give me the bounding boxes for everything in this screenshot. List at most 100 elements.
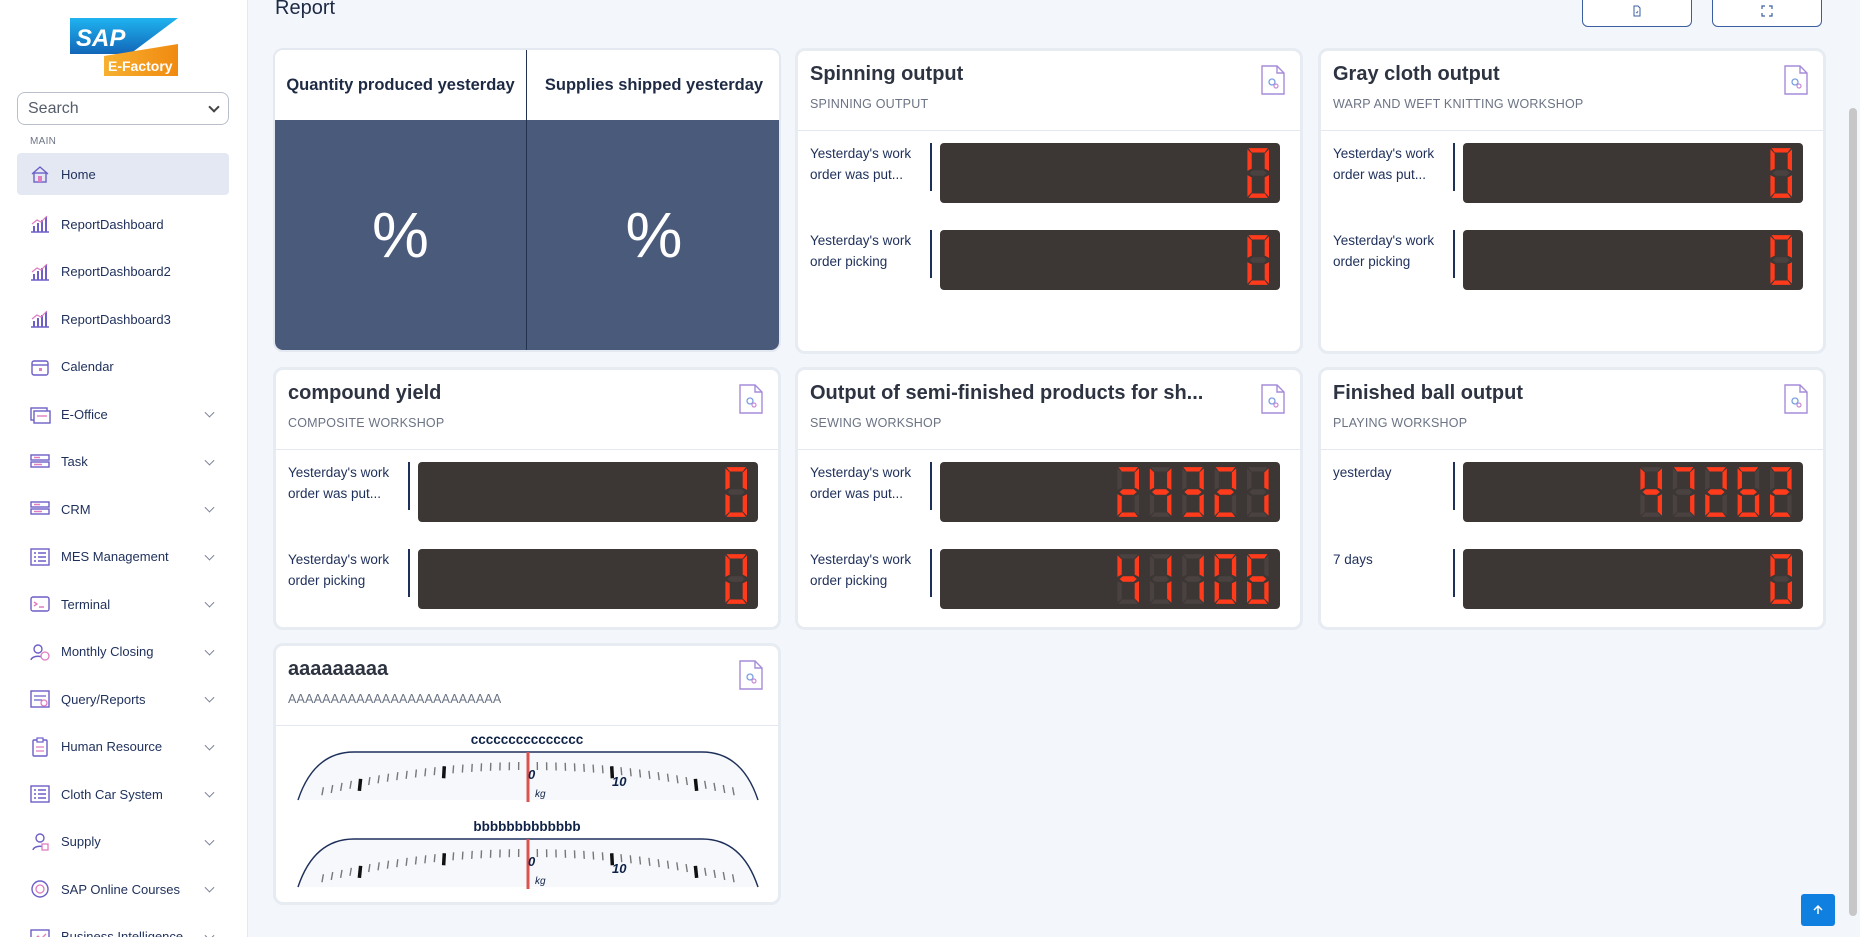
course-icon (29, 879, 51, 899)
gauge-unit-label: kg (535, 789, 546, 800)
section-label: MAIN (30, 136, 57, 147)
chevron-down-icon[interactable] (204, 407, 215, 418)
chevron-down-icon[interactable] (204, 930, 215, 937)
gauge-1-dial: 0 10 kg (297, 751, 759, 802)
sidebar-item-human-resource[interactable]: Human Resource (17, 723, 229, 771)
sidebar-item-terminal[interactable]: Terminal (17, 581, 229, 629)
card-header: compound yield COMPOSITE WORKSHOP (276, 370, 778, 450)
sidebar-item-label: Human Resource (61, 739, 163, 755)
gauge-ten-label: 10 (612, 774, 627, 789)
card-subtitle: SPINNING OUTPUT (810, 97, 929, 111)
file-settings-icon[interactable] (738, 660, 764, 690)
sidebar-item-home[interactable]: Home (17, 153, 229, 195)
chevron-down-icon[interactable] (204, 835, 215, 846)
card-header: Output of semi-finished products for sh.… (798, 370, 1300, 450)
sidebar-item-reportdashboard2[interactable]: ReportDashboard2 (17, 248, 229, 296)
gauge-2-dial: 0 10 kg (297, 838, 759, 889)
metric-label: 7 days (1333, 552, 1373, 567)
sidebar-item-label: Monthly Closing (61, 644, 154, 660)
gauge-ten-label: 10 (612, 861, 627, 876)
sap-efactory-logo[interactable]: SAP E-Factory (70, 16, 178, 76)
metric-row: 7 days (1321, 549, 1823, 611)
sidebar-item-label: Task (61, 454, 88, 470)
task-icon (29, 452, 51, 472)
sidebar-item-supply[interactable]: Supply (17, 818, 229, 866)
search-select[interactable]: Search (17, 92, 229, 125)
file-settings-icon[interactable] (1783, 65, 1809, 95)
gauge-tick (638, 856, 642, 865)
gauge-unit-label: kg (535, 876, 546, 887)
output-card: Spinning output SPINNING OUTPUT Yesterday'… (795, 48, 1303, 354)
gauge-tick (592, 851, 595, 860)
quantity-supplies-card: Quantity produced yesterday % Supplies s… (273, 48, 781, 352)
row-divider (930, 143, 932, 191)
metric-row: Yesterday's work order was put... (276, 462, 778, 524)
row-divider (930, 230, 932, 278)
crm-icon (29, 499, 51, 519)
file-settings-icon[interactable] (1260, 65, 1286, 95)
file-settings-icon[interactable] (1783, 384, 1809, 414)
chevron-down-icon[interactable] (204, 597, 215, 608)
gauge-card: aaaaaaaaa AAAAAAAAAAAAAAAAAAAAAAAAA cccc… (273, 643, 781, 905)
chevron-down-icon[interactable] (204, 740, 215, 751)
output-card: Gray cloth output WARP AND WEFT KNITTING … (1318, 48, 1826, 354)
sidebar-item-reportdashboard[interactable]: ReportDashboard (17, 201, 229, 249)
sidebar-item-label: Query/Reports (61, 691, 146, 707)
metric-label: Yesterday's work order picking (1333, 233, 1435, 269)
fullscreen-button[interactable] (1712, 0, 1822, 27)
card-title: Finished ball output (1333, 382, 1523, 404)
sidebar-item-cloth-car-system[interactable]: Cloth Car System (17, 771, 229, 819)
chevron-down-icon[interactable] (208, 100, 220, 113)
sidebar-item-label: E-Office (61, 406, 108, 422)
chevron-down-icon[interactable] (204, 455, 215, 466)
quantity-produced-column: Quantity produced yesterday % (275, 50, 526, 350)
document-icon (1633, 5, 1641, 16)
file-settings-icon[interactable] (1260, 384, 1286, 414)
clipboard-icon (29, 737, 51, 757)
sidebar-item-query-reports[interactable]: Query/Reports (17, 676, 229, 724)
gauge-tick (592, 764, 595, 773)
sidebar-item-monthly-closing[interactable]: Monthly Closing (17, 628, 229, 676)
sidebar-item-mes-management[interactable]: MES Management (17, 533, 229, 581)
gauge-tick (638, 769, 642, 778)
gauge-tick (357, 778, 363, 792)
file-settings-icon[interactable] (738, 384, 764, 414)
row-divider (1453, 230, 1455, 278)
sidebar-item-reportdashboard3[interactable]: ReportDashboard3 (17, 296, 229, 344)
export-button[interactable] (1582, 0, 1692, 27)
led-display (1463, 462, 1803, 522)
list-icon (29, 784, 51, 804)
metric-row: Yesterday's work order picking (798, 549, 1300, 611)
chevron-down-icon[interactable] (204, 550, 215, 561)
chevron-down-icon[interactable] (204, 787, 215, 798)
chevron-down-icon[interactable] (204, 645, 215, 656)
scroll-to-top-button[interactable] (1801, 894, 1835, 926)
led-display (940, 143, 1280, 203)
card-subtitle: COMPOSITE WORKSHOP (288, 416, 445, 430)
gauge-tick (433, 854, 436, 863)
sidebar-item-calendar[interactable]: Calendar (17, 343, 229, 391)
page-scrollbar[interactable] (1849, 108, 1857, 916)
led-display (940, 230, 1280, 290)
sidebar-item-e-office[interactable]: E-Office (17, 391, 229, 439)
chevron-down-icon[interactable] (204, 882, 215, 893)
output-card: Output of semi-finished products for sh.… (795, 367, 1303, 630)
output-card: Finished ball output PLAYING WORKSHOP yest… (1318, 367, 1826, 630)
gauge-2-label: bbbbbbbbbbbbb (473, 819, 581, 834)
sidebar-item-crm[interactable]: CRM (17, 486, 229, 534)
gauge-tick (357, 865, 363, 879)
row-divider (408, 462, 410, 510)
arrow-up-icon (1813, 904, 1823, 914)
gauge-tick (424, 768, 427, 777)
sidebar-item-business-intelligence[interactable]: Business Intelligence (17, 913, 229, 937)
row-divider (408, 549, 410, 597)
gauge-zero-label: 0 (528, 767, 536, 782)
chevron-down-icon[interactable] (204, 692, 215, 703)
gauge-zero-label: 0 (528, 854, 536, 869)
led-display (1463, 143, 1803, 203)
gauge-tick (601, 765, 604, 774)
gauge-card-subtitle: AAAAAAAAAAAAAAAAAAAAAAAAA (288, 692, 502, 706)
sidebar-item-sap-online-courses[interactable]: SAP Online Courses (17, 866, 229, 914)
sidebar-item-task[interactable]: Task (17, 438, 229, 486)
chevron-down-icon[interactable] (204, 502, 215, 513)
